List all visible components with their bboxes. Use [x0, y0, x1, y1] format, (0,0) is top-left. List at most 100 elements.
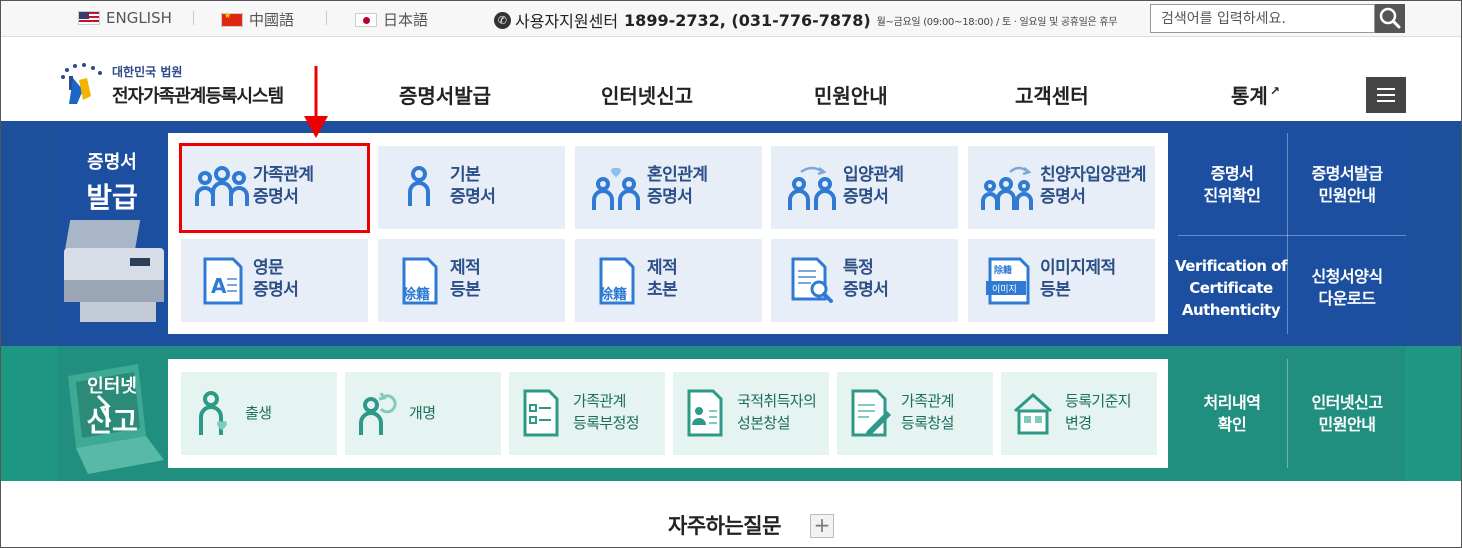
- side-link-line2: 민원안내: [1318, 414, 1376, 434]
- side-link-line2: 확인: [1217, 414, 1247, 434]
- side-link-line1: 신청서양식: [1311, 266, 1383, 286]
- hamburger-menu-button[interactable]: [1366, 77, 1406, 113]
- tile-line1: 이미지제적: [1040, 258, 1116, 278]
- divider: [326, 11, 327, 25]
- tile-line1: 혼인관계: [647, 165, 708, 185]
- tile-specific-certificate[interactable]: 특정 증명서: [771, 239, 958, 322]
- person-icon: [408, 166, 430, 206]
- icon-text: 除籍: [994, 264, 1012, 276]
- english-document-icon: A: [203, 257, 243, 305]
- tile-removed-register-extract[interactable]: 除籍 제적 초본: [575, 239, 762, 322]
- support-label: 사용자지원센터: [515, 12, 619, 31]
- processing-history-link[interactable]: 처리내역 확인: [1178, 372, 1286, 455]
- nav-customer-center[interactable]: 고객센터: [1015, 80, 1089, 109]
- internet-report-section-label: 인터넷 신고: [57, 372, 167, 440]
- menu-bar: [1377, 100, 1395, 102]
- court-emblem-icon: [61, 63, 102, 104]
- nav-internet-report[interactable]: 인터넷신고: [601, 80, 693, 109]
- tile-naturalized-surname-creation[interactable]: 국적취득자의성본창설: [673, 372, 829, 455]
- nav-civil-guide[interactable]: 민원안내: [814, 80, 888, 109]
- image-document-icon: 除籍 이미지: [986, 257, 1030, 305]
- divider: [193, 11, 194, 25]
- side-link-line1: 인터넷신고: [1311, 392, 1383, 412]
- section-label-small: 증명서: [87, 152, 137, 173]
- tile-birth-report[interactable]: 출생: [181, 372, 337, 455]
- lang-japanese-link[interactable]: 日本語: [355, 9, 428, 30]
- tile-line2: 초본: [647, 280, 678, 300]
- tile-line2: 증명서: [1040, 187, 1086, 207]
- faq-expand-button[interactable]: +: [810, 514, 834, 538]
- tile-line1: 영문: [253, 258, 284, 278]
- tile-line1: 출생: [245, 404, 272, 422]
- tile-family-register-creation[interactable]: 가족관계 등록창설: [837, 372, 993, 455]
- tile-basic-certificate[interactable]: 기본 증명서: [378, 146, 565, 229]
- side-link-line3: Authenticity: [1181, 300, 1281, 319]
- logo-subtitle: 대한민국 법원: [112, 65, 183, 79]
- tile-registration-base-change[interactable]: 등록기준지 변경: [1001, 372, 1157, 455]
- printer-illustration-icon: [64, 220, 164, 322]
- tile-full-adoption-certificate[interactable]: 친양자입양관계 증명서: [968, 146, 1155, 229]
- side-link-line2: 진위확인: [1203, 186, 1261, 205]
- side-link-line1: 처리내역: [1203, 392, 1261, 412]
- tile-line1: 국적취득자의: [737, 392, 817, 410]
- tile-line2: 등본: [450, 280, 481, 300]
- tile-line2: 증명서: [843, 187, 889, 207]
- tile-removed-register-copy[interactable]: 除籍 제적 등본: [378, 239, 565, 322]
- logo-title: 전자가족관계등록시스템: [112, 86, 284, 107]
- tile-line2: 등록부정정: [573, 414, 640, 432]
- tile-line2: 증명서: [647, 187, 693, 207]
- tile-marriage-certificate[interactable]: 혼인관계 증명서: [575, 146, 762, 229]
- house-icon: [1014, 392, 1052, 435]
- support-phone: 1899-2732, (031-776-7878): [624, 10, 871, 30]
- support-hours: 월~금요일 (09:00~18:00) / 토 · 일요일 및 공휴일은 휴무: [876, 16, 1118, 28]
- us-flag-icon: [78, 11, 100, 25]
- lang-chinese-link[interactable]: 中國語: [221, 9, 294, 30]
- menu-bar: [1377, 88, 1395, 90]
- tile-line1: 가족관계: [901, 392, 954, 410]
- side-link-line1: 증명서: [1210, 164, 1254, 183]
- top-utility-bar: ENGLISH 中國語 日本語 ✆ 사용자지원센터 1899-2732, (03…: [0, 0, 1462, 37]
- tile-line2: 성본창설: [737, 414, 790, 432]
- tile-family-register-correction[interactable]: 가족관계 등록부정정: [509, 372, 665, 455]
- search-icon: [1379, 7, 1401, 29]
- search-box: [1150, 4, 1375, 33]
- verify-certificate-link[interactable]: 증명서진위확인: [1178, 140, 1286, 230]
- icon-text: 除籍: [599, 286, 627, 303]
- verification-english-link[interactable]: Verification of Certificate Authenticity: [1174, 240, 1288, 335]
- tile-line2: 변경: [1065, 414, 1092, 432]
- tile-line2: 등본: [1040, 280, 1071, 300]
- nav-certificate-issue[interactable]: 증명서발급: [399, 80, 491, 109]
- lang-label: ENGLISH: [106, 9, 172, 27]
- china-flag-icon: [221, 11, 243, 27]
- red-highlight-box: [179, 143, 370, 233]
- red-arrow-icon: [304, 66, 328, 138]
- tile-image-removed-register[interactable]: 除籍 이미지 이미지제적 등본: [968, 239, 1155, 322]
- tile-adoption-certificate[interactable]: 입양관계 증명서: [771, 146, 958, 229]
- issue-guide-link[interactable]: 증명서발급 민원안내: [1288, 140, 1406, 230]
- lang-english-link[interactable]: ENGLISH: [78, 9, 172, 27]
- nav-statistics[interactable]: 통계 ↗: [1231, 80, 1280, 109]
- tile-line2: 증명서: [843, 280, 889, 300]
- document-search-icon: [791, 257, 833, 303]
- menu-bar: [1377, 94, 1395, 96]
- search-input[interactable]: [1151, 5, 1374, 32]
- side-link-line2: 다운로드: [1318, 288, 1376, 308]
- search-button[interactable]: [1375, 4, 1405, 33]
- tile-english-certificate[interactable]: A 영문 증명서: [181, 239, 368, 322]
- phone-icon: ✆: [494, 11, 511, 29]
- id-card-icon: [687, 389, 723, 437]
- checklist-document-icon: [523, 389, 559, 437]
- tile-line2: 증명서: [450, 187, 496, 207]
- section-label-small: 인터넷: [87, 376, 137, 397]
- form-download-link[interactable]: 신청서양식 다운로드: [1288, 240, 1406, 335]
- certificate-section-label: 증명서 발급: [57, 148, 167, 216]
- external-link-icon: ↗: [1269, 84, 1280, 99]
- divider: [1178, 235, 1406, 236]
- person-refresh-icon: [359, 392, 397, 435]
- side-link-line2: 민원안내: [1318, 186, 1376, 205]
- removed-register-document-icon: 除籍: [402, 257, 438, 305]
- full-adoption-people-icon: [981, 166, 1033, 210]
- site-logo[interactable]: 대한민국 법원 전자가족관계등록시스템: [57, 60, 302, 108]
- report-guide-link[interactable]: 인터넷신고 민원안내: [1288, 372, 1406, 455]
- tile-name-change-report[interactable]: 개명: [345, 372, 501, 455]
